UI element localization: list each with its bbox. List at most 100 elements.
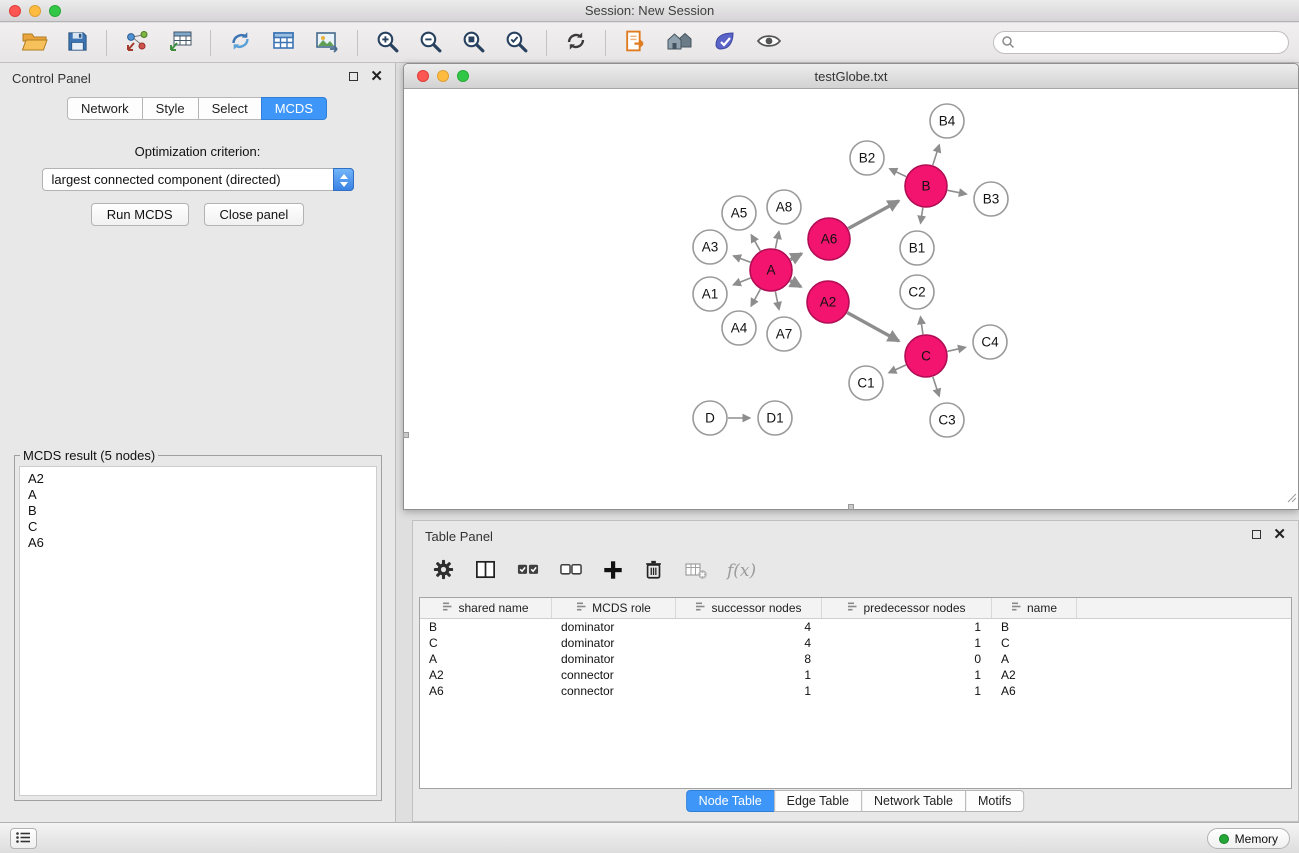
column-header-MCDS-role[interactable]: MCDS role	[552, 598, 676, 618]
task-list-button[interactable]	[10, 828, 37, 849]
graph-node-B3[interactable]: B3	[974, 182, 1008, 216]
graph-node-C1[interactable]: C1	[849, 366, 883, 400]
delete-column-button[interactable]	[642, 557, 666, 585]
zoom-out-button[interactable]	[416, 27, 445, 59]
graph-edge-C-C3[interactable]	[933, 377, 939, 396]
graph-edge-A-A7[interactable]	[775, 292, 779, 310]
column-header-name[interactable]: name	[992, 598, 1077, 618]
close-panel-icon[interactable]: ✕	[370, 71, 383, 82]
mcds-result-item[interactable]: A6	[28, 535, 376, 551]
graph-node-C2[interactable]: C2	[900, 275, 934, 309]
graph-edge-C-C4[interactable]	[947, 347, 965, 351]
delete-table-button[interactable]	[683, 558, 709, 585]
graph-edge-A-A6[interactable]	[790, 254, 801, 260]
network-minimize-button[interactable]	[437, 70, 449, 82]
mcds-result-item[interactable]: C	[28, 519, 376, 535]
search-input[interactable]	[993, 31, 1289, 54]
graph-node-A1[interactable]: A1	[693, 277, 727, 311]
graph-node-A[interactable]: A	[750, 249, 792, 291]
graph-edge-A-A1[interactable]	[733, 278, 750, 285]
zoom-window-button[interactable]	[49, 5, 61, 17]
open-session-button[interactable]	[19, 28, 50, 57]
node-table[interactable]: shared nameMCDS rolesuccessor nodesprede…	[419, 597, 1292, 789]
network-zoom-button[interactable]	[457, 70, 469, 82]
criterion-dropdown[interactable]: largest connected component (directed)	[42, 168, 354, 191]
close-table-panel-icon[interactable]: ✕	[1273, 529, 1286, 540]
graph-edge-A2-C[interactable]	[847, 313, 899, 341]
table-row[interactable]: Adominator80A	[420, 651, 1291, 667]
float-panel-icon[interactable]	[349, 72, 358, 81]
tab-select[interactable]: Select	[198, 97, 262, 120]
graph-node-C3[interactable]: C3	[930, 403, 964, 437]
graph-edge-A6-B[interactable]	[848, 201, 898, 229]
graph-node-A5[interactable]: A5	[722, 196, 756, 230]
graph-edge-B-B1[interactable]	[921, 208, 923, 223]
table-row[interactable]: Cdominator41C	[420, 635, 1291, 651]
column-header-predecessor-nodes[interactable]: predecessor nodes	[822, 598, 992, 618]
graph-node-A4[interactable]: A4	[722, 311, 756, 345]
annotation-button[interactable]	[710, 27, 740, 58]
graph-edge-B-B4[interactable]	[933, 145, 940, 165]
show-hide-details-button[interactable]	[754, 27, 784, 58]
resize-grip-bottom[interactable]	[848, 504, 854, 510]
graph-edge-B-B2[interactable]	[890, 169, 907, 177]
tab-network-table[interactable]: Network Table	[861, 790, 966, 812]
table-settings-button[interactable]	[431, 557, 456, 585]
tab-edge-table[interactable]: Edge Table	[774, 790, 862, 812]
graph-edge-C-C1[interactable]	[889, 365, 906, 373]
show-columns-button[interactable]	[473, 557, 498, 585]
graph-node-B2[interactable]: B2	[850, 141, 884, 175]
tab-mcds[interactable]: MCDS	[261, 97, 327, 120]
resize-grip-left[interactable]	[403, 432, 409, 438]
float-table-panel-icon[interactable]	[1252, 530, 1261, 539]
new-table-button[interactable]	[269, 27, 298, 58]
network-window-titlebar[interactable]: testGlobe.txt	[404, 64, 1298, 89]
zoom-fit-button[interactable]	[459, 27, 488, 59]
graph-edge-A-A5[interactable]	[751, 235, 760, 251]
column-header-shared-name[interactable]: shared name	[420, 598, 552, 618]
zoom-in-button[interactable]	[373, 27, 402, 59]
graph-edge-A-A4[interactable]	[751, 289, 760, 306]
graph-node-B[interactable]: B	[905, 165, 947, 207]
export-image-button[interactable]	[312, 27, 342, 58]
mcds-result-item[interactable]: B	[28, 503, 376, 519]
graph-node-C4[interactable]: C4	[973, 325, 1007, 359]
run-mcds-button[interactable]: Run MCDS	[91, 203, 189, 226]
graph-node-B4[interactable]: B4	[930, 104, 964, 138]
refresh-button[interactable]	[562, 27, 590, 58]
dropdown-stepper-icon[interactable]	[333, 168, 354, 191]
graph-node-A3[interactable]: A3	[693, 230, 727, 264]
create-column-button[interactable]	[601, 558, 625, 585]
graph-node-D1[interactable]: D1	[758, 401, 792, 435]
close-panel-button[interactable]: Close panel	[204, 203, 305, 226]
graph-node-A8[interactable]: A8	[767, 190, 801, 224]
deselect-all-button[interactable]	[558, 557, 584, 585]
mcds-result-item[interactable]: A	[28, 487, 376, 503]
tab-motifs[interactable]: Motifs	[965, 790, 1024, 812]
graph-edge-A-A2[interactable]	[790, 281, 801, 287]
graph-edge-A-A3[interactable]	[733, 256, 750, 262]
graph-edge-C-C2[interactable]	[920, 317, 922, 334]
function-builder-button[interactable]: f(x)	[726, 560, 757, 582]
resize-grip-corner[interactable]	[1285, 490, 1297, 508]
graph-node-B1[interactable]: B1	[900, 231, 934, 265]
tab-network[interactable]: Network	[67, 97, 143, 120]
graph-node-A2[interactable]: A2	[807, 281, 849, 323]
minimize-window-button[interactable]	[29, 5, 41, 17]
network-close-button[interactable]	[417, 70, 429, 82]
import-network-button[interactable]	[122, 27, 152, 58]
first-neighbors-button[interactable]	[621, 27, 650, 59]
table-row[interactable]: Bdominator41B	[420, 619, 1291, 635]
zoom-selected-button[interactable]	[502, 27, 531, 59]
mcds-result-item[interactable]: A2	[28, 471, 376, 487]
memory-button[interactable]: Memory	[1207, 828, 1290, 849]
table-row[interactable]: A2connector11A2	[420, 667, 1291, 683]
close-window-button[interactable]	[9, 5, 21, 17]
table-row[interactable]: A6connector11A6	[420, 683, 1291, 699]
import-table-button[interactable]	[166, 27, 195, 58]
network-canvas[interactable]: B4B2BB3A5A8A6B1A3AC2A1A2A4A7C4CC1DD1C3	[404, 90, 1298, 509]
graph-edge-B-B3[interactable]	[948, 190, 967, 194]
graph-edge-A-A8[interactable]	[775, 231, 779, 248]
mcds-result-list[interactable]: A2ABCA6	[19, 466, 377, 796]
select-all-button[interactable]	[515, 557, 541, 585]
